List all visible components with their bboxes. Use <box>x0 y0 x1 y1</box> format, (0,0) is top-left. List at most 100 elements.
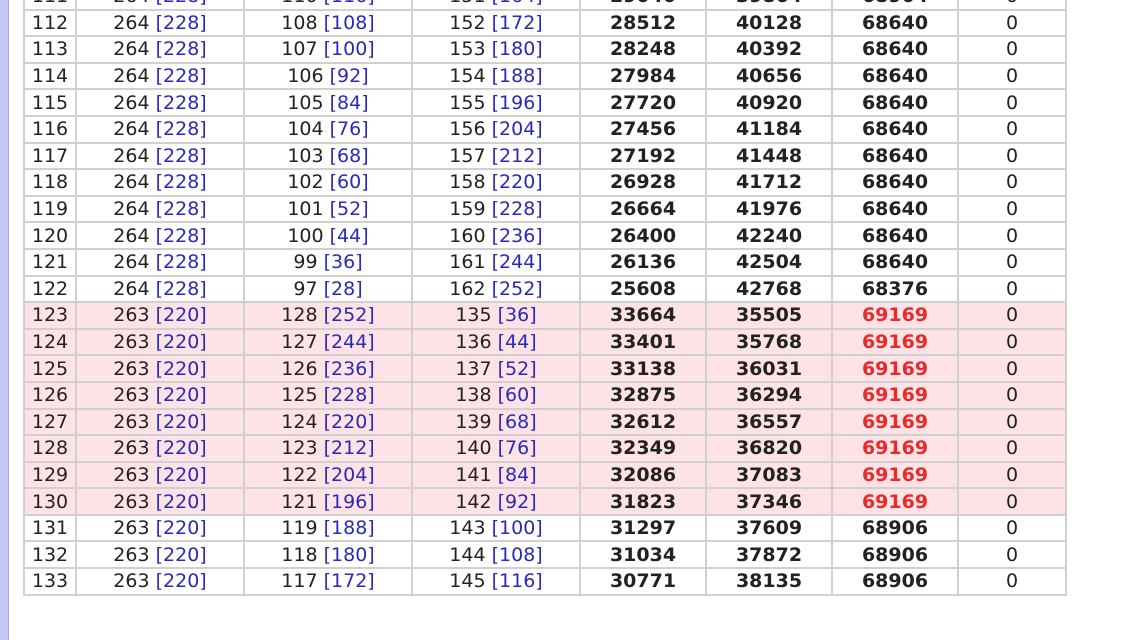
col-e-cell: 37083 <box>705 460 833 490</box>
col-b-bracket: [28] <box>323 277 363 300</box>
col-d-value: 31823 <box>609 490 677 513</box>
data-table: 111264 [228]110 [116]151 [164]2904039864… <box>23 0 1067 596</box>
row-index-cell: 126 <box>23 380 77 410</box>
col-c-cell: 153 [180] <box>411 35 581 64</box>
row-index: 114 <box>31 65 69 88</box>
col-c-cell: 135 [36] <box>411 301 581 330</box>
col-a-bracket: [228] <box>155 198 207 221</box>
col-c-bracket: [252] <box>491 277 543 300</box>
col-a-value: 263 <box>113 517 150 540</box>
col-a-cell: 263 [220] <box>75 434 245 463</box>
col-c-cell: 162 [252] <box>411 274 581 304</box>
col-a-cell: 264 [228] <box>75 8 245 38</box>
col-f-cell: 68906 <box>831 567 959 596</box>
col-a-cell: 263 [220] <box>75 354 245 383</box>
col-a-bracket: [220] <box>155 331 207 354</box>
col-f-total: 69169 <box>861 437 929 460</box>
col-f-cell: 68640 <box>831 88 959 117</box>
table-row: 117 264 [228] 103 [68] 157 [212] 27192 41448 6… <box>23 141 1067 171</box>
col-a-cell: 263 [220] <box>75 567 245 596</box>
table-row: 122 264 [228] 97 [28] 162 [252] 25608 42768 68… <box>23 274 1067 304</box>
col-c-value: 137 <box>455 357 492 380</box>
col-f-total: 68640 <box>861 91 929 114</box>
table-row: 129 263 [220] 122 [204] 141 [84] 32086 37083 6… <box>23 460 1067 490</box>
col-c-bracket: [100] <box>491 517 543 540</box>
col-e-cell: 37609 <box>705 513 833 543</box>
col-a-value: 264 <box>113 0 149 7</box>
col-d-cell: 28512 <box>579 8 707 38</box>
col-d-cell: 27984 <box>579 61 707 91</box>
col-a-cell: 264 [228] <box>75 114 245 144</box>
col-b-value: 118 <box>281 543 318 566</box>
col-a-value: 264 <box>113 251 150 274</box>
col-e-value: 37872 <box>735 543 803 566</box>
col-c-value: 141 <box>455 463 492 486</box>
col-a-bracket: [228] <box>155 118 207 141</box>
col-f-cell: 69169 <box>831 327 959 357</box>
table-row: 126 263 [220] 125 [228] 138 [60] 32875 36294 6… <box>23 380 1067 410</box>
col-d-value: 26664 <box>609 198 677 221</box>
row-index-cell: 124 <box>23 327 77 357</box>
col-a-value: 264 <box>113 277 150 300</box>
col-g-cell: 0 <box>957 354 1067 383</box>
col-a-cell: 264 [228] <box>75 61 245 91</box>
col-a-value: 263 <box>113 570 150 593</box>
col-c-cell: 156 [204] <box>411 114 581 144</box>
col-a-bracket: [228] <box>155 277 207 300</box>
col-c-cell: 160 [236] <box>411 221 581 250</box>
row-index: 133 <box>31 570 69 593</box>
row-index: 126 <box>31 384 69 407</box>
table-row: 114 264 [228] 106 [92] 154 [188] 27984 40656 6… <box>23 61 1067 91</box>
col-c-value: 156 <box>449 118 486 141</box>
col-a-bracket: [220] <box>155 410 207 433</box>
table-row: 124 263 [220] 127 [244] 136 [44] 33401 35768 6… <box>23 327 1067 357</box>
col-c-cell: 138 [60] <box>411 380 581 410</box>
col-e-cell: 41976 <box>705 194 833 224</box>
table-container: 111264 [228]110 [116]151 [164]2904039864… <box>23 0 1067 596</box>
col-b-cell: 124 [220] <box>243 407 413 437</box>
col-g-value: 0 <box>1005 543 1019 566</box>
col-d-value: 26928 <box>609 171 677 194</box>
row-index-cell: 114 <box>23 61 77 91</box>
col-c-value: 152 <box>449 11 486 34</box>
col-g-value: 0 <box>1005 11 1019 34</box>
col-g-cell: 0 <box>957 194 1067 224</box>
col-c-bracket: [60] <box>497 384 537 407</box>
col-b-cell: 125 [228] <box>243 380 413 410</box>
col-f-total: 68906 <box>861 517 929 540</box>
col-e-value: 42504 <box>735 251 803 274</box>
col-e-value: 36820 <box>735 437 803 460</box>
col-c-bracket: [228] <box>491 198 543 221</box>
table-row: 113 264 [228] 107 [100] 153 [180] 28248 40392… <box>23 35 1067 64</box>
col-e-cell: 35505 <box>705 301 833 330</box>
col-e-cell: 37346 <box>705 487 833 516</box>
col-b-cell: 100 [44] <box>243 221 413 250</box>
col-a-cell: 264 [228] <box>75 141 245 171</box>
table-row: 121 264 [228] 99 [36] 161 [244] 26136 42504 68… <box>23 247 1067 277</box>
col-e-value: 36294 <box>735 384 803 407</box>
col-d-cell: 31823 <box>579 487 707 516</box>
col-c-bracket: [52] <box>497 357 537 380</box>
col-e-cell: 40392 <box>705 35 833 64</box>
col-e-value: 40128 <box>735 11 803 34</box>
col-c-value: 139 <box>455 410 492 433</box>
col-f-cell: 68640 <box>831 221 959 250</box>
col-g-cell: 0 <box>957 434 1067 463</box>
col-f-cell: 68640 <box>831 8 959 38</box>
col-e-value: 40656 <box>735 65 803 88</box>
col-f-cell: 69169 <box>831 354 959 383</box>
row-index-cell: 118 <box>23 168 77 197</box>
col-a-value: 263 <box>113 463 150 486</box>
col-g-value: 0 <box>1005 65 1019 88</box>
col-b-value: 121 <box>281 490 318 513</box>
col-d-cell: 28248 <box>579 35 707 64</box>
col-b-value: 117 <box>281 570 318 593</box>
col-a-bracket: [228] <box>155 91 207 114</box>
col-a-bracket: [220] <box>155 490 207 513</box>
col-d-cell: 26664 <box>579 194 707 224</box>
row-index: 132 <box>31 543 69 566</box>
col-g-cell: 0 <box>957 141 1067 171</box>
row-index-cell: 132 <box>23 540 77 570</box>
col-c-cell: 159 [228] <box>411 194 581 224</box>
row-index: 128 <box>31 437 69 460</box>
